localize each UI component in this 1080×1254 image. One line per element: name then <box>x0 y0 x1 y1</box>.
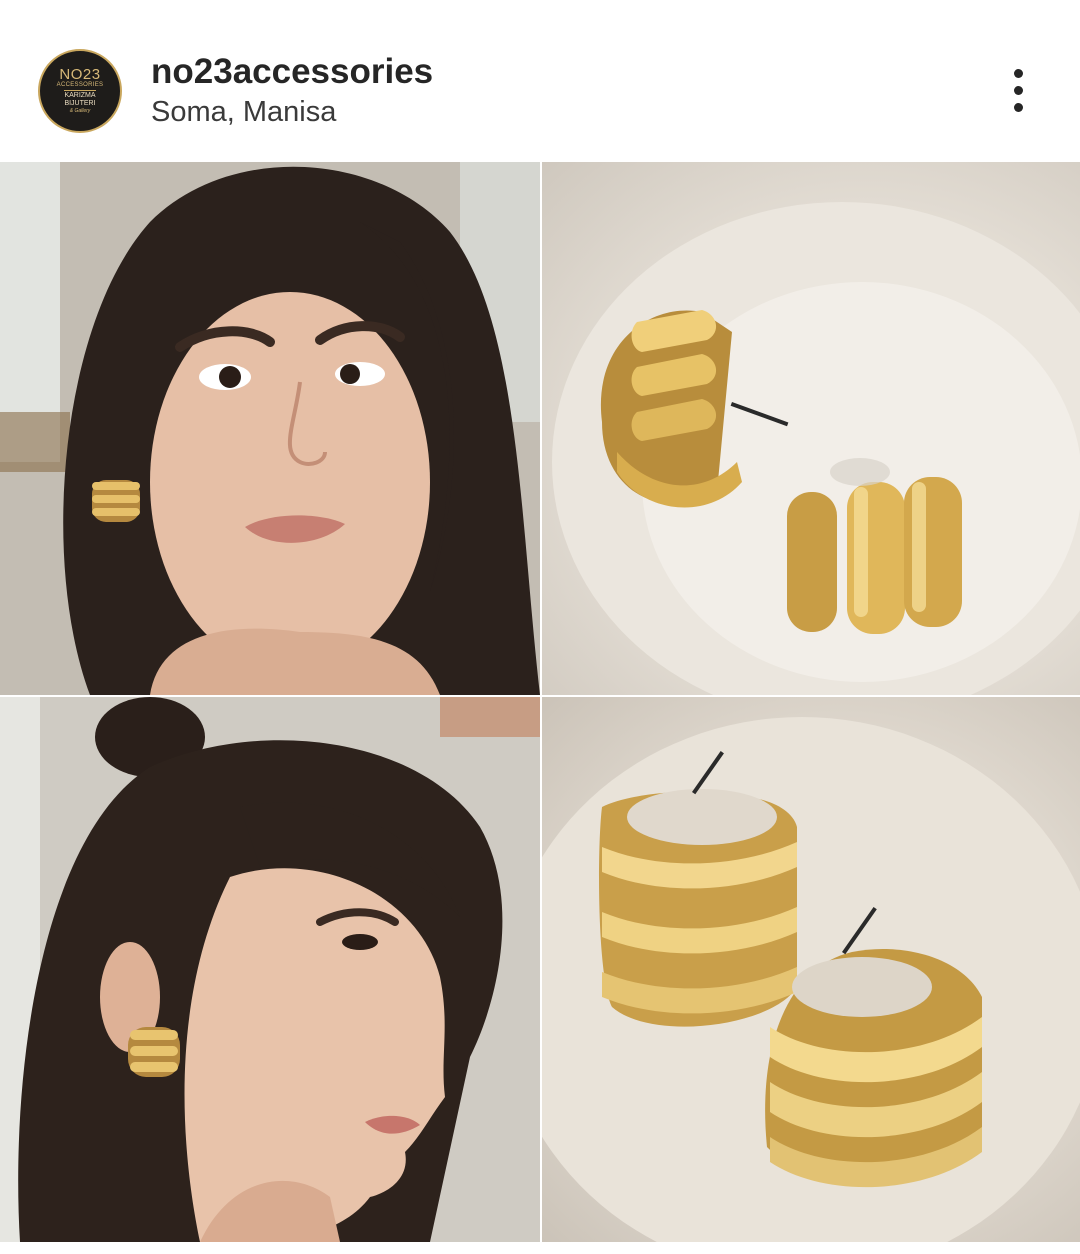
more-vertical-icon[interactable] <box>1000 65 1036 117</box>
post-image-collage[interactable] <box>0 162 1080 1242</box>
post-header: NO23 ACCESSORIES KARIZMA BIJUTERI & Gall… <box>0 0 1080 162</box>
avatar-logo-line2: ACCESSORIES <box>56 82 104 88</box>
location-link[interactable]: Soma, Manisa <box>151 96 336 129</box>
avatar-logo-line4: BIJUTERI <box>64 100 96 107</box>
avatar-logo-line3: KARIZMA <box>64 90 96 99</box>
model-wearing-earrings-profile <box>0 697 540 1242</box>
avatar-logo-line1: NO23 <box>59 66 101 83</box>
bottom-edge <box>0 1242 1080 1254</box>
avatar-logo-line5: & Gallery <box>69 108 91 114</box>
avatar[interactable]: NO23 ACCESSORIES KARIZMA BIJUTERI & Gall… <box>38 49 122 133</box>
gold-earrings-closeup <box>542 697 1080 1242</box>
model-wearing-earrings-front <box>0 162 540 695</box>
username-link[interactable]: no23accessories <box>151 52 433 92</box>
gold-earrings-in-dish <box>542 162 1080 695</box>
